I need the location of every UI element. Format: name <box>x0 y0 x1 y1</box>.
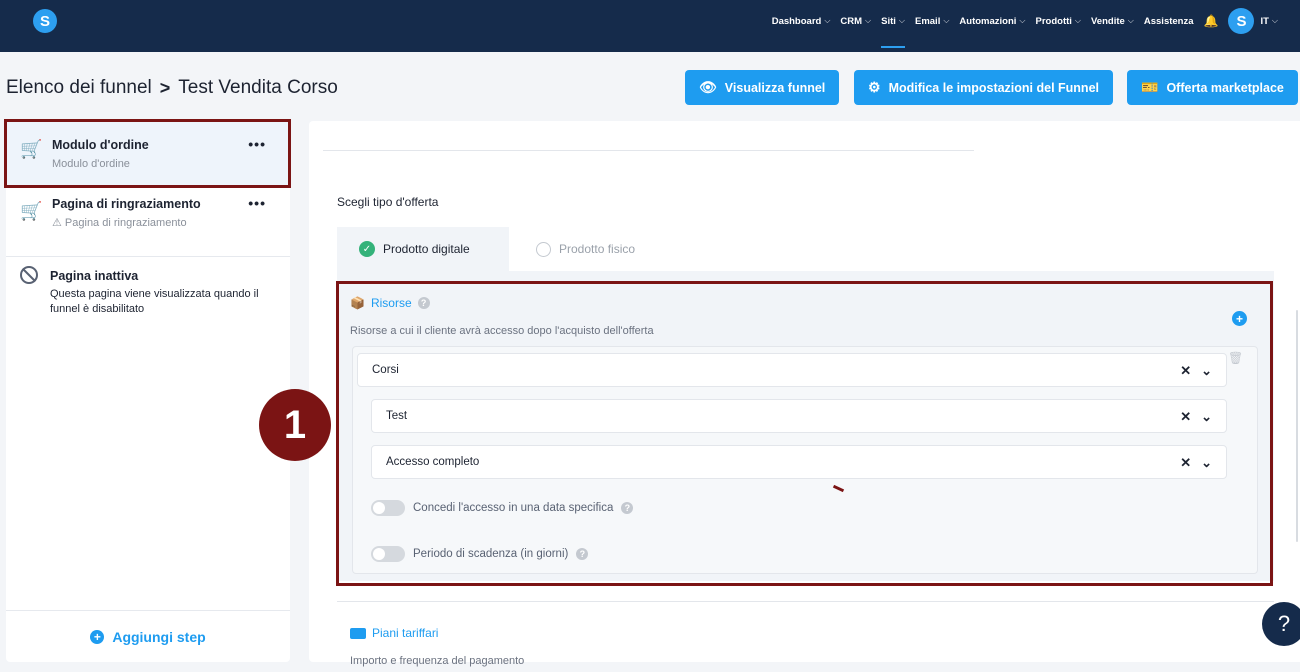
ban-icon <box>20 266 38 284</box>
nav-label: Prodotti <box>1035 15 1072 27</box>
page-title: Test Vendita Corso <box>178 77 338 98</box>
tab-label: Prodotto fisico <box>559 242 636 256</box>
add-step-label: Aggiungi step <box>112 628 206 645</box>
offer-type-label: Scegli tipo d'offerta <box>337 195 439 209</box>
gear-icon: ⚙ <box>868 79 881 95</box>
nav-prodotti[interactable]: Prodotti ⌵ <box>1036 0 1082 42</box>
chevron-down-icon: ⌵ <box>865 16 872 25</box>
chevron-down-icon: ⌵ <box>1074 16 1081 25</box>
breadcrumb-separator: > <box>159 77 171 98</box>
ticket-icon: 🎫 <box>1141 79 1159 95</box>
nav-label: Dashboard <box>771 15 822 27</box>
step-title: Pagina inattiva <box>50 269 139 283</box>
nav-label: Email <box>914 15 941 27</box>
pricing-plans-title-text: Piani tariffari <box>372 626 439 640</box>
nav-crm[interactable]: CRM ⌵ <box>840 0 871 42</box>
language-label: IT <box>1260 15 1269 27</box>
step-thank-you-page[interactable]: 🛒 Pagina di ringraziamento ⚠ Pagina di r… <box>6 195 290 247</box>
nav-label: Siti <box>881 15 896 27</box>
step-inactive-page[interactable]: Pagina inattiva Questa pagina viene visu… <box>6 266 290 329</box>
pricing-plans-description: Importo e frequenza del pagamento <box>350 655 525 667</box>
main-menu: Dashboard ⌵ CRM ⌵ Siti ⌵ Email ⌵ Automazioni… <box>772 0 1278 48</box>
nav-vendite[interactable]: Vendite ⌵ <box>1091 0 1134 42</box>
nav-email[interactable]: Email ⌵ <box>915 0 949 42</box>
avatar[interactable]: S <box>1228 8 1255 34</box>
step-subtitle-text: Pagina di ringraziamento <box>64 217 187 229</box>
top-navbar: S Dashboard ⌵ CRM ⌵ Siti ⌵ Email ⌵ Automazio… <box>0 0 1300 52</box>
step-title: Pagina di ringraziamento <box>52 197 201 211</box>
divider <box>323 150 974 151</box>
breadcrumb: Elenco dei funnel > Test Vendita Corso <box>6 77 338 99</box>
nav-label: Vendite <box>1091 15 1125 27</box>
nav-siti[interactable]: Siti ⌵ <box>881 0 905 48</box>
plus-icon: + <box>90 629 105 644</box>
edit-funnel-settings-button[interactable]: ⚙ Modifica le impostazioni del Funnel <box>854 70 1113 105</box>
pricing-plans-title: Piani tariffari <box>350 626 438 640</box>
tab-label: Prodotto digitale <box>383 242 470 256</box>
annotation-highlight-sidebar-step <box>4 119 291 188</box>
tab-physical-product[interactable]: Prodotto fisico <box>514 227 657 271</box>
chevron-down-icon: ⌵ <box>943 16 950 25</box>
nav-dashboard[interactable]: Dashboard ⌵ <box>772 0 831 42</box>
wallet-icon <box>350 627 366 639</box>
chevron-down-icon: ⌵ <box>824 16 831 25</box>
annotation-highlight-resources <box>336 281 1273 586</box>
divider <box>6 256 290 257</box>
help-button[interactable]: ? <box>1262 602 1300 646</box>
view-funnel-label: Visualizza funnel <box>724 80 826 95</box>
more-options-icon[interactable]: ••• <box>248 195 266 211</box>
chevron-down-icon: ⌵ <box>898 16 905 25</box>
add-step-button[interactable]: + Aggiungi step <box>6 610 290 662</box>
funnel-steps-sidebar: 🛒 Modulo d'ordine Modulo d'ordine ••• 🛒 … <box>6 121 290 662</box>
bell-icon[interactable]: 🔔 <box>1204 14 1219 28</box>
nav-label: Automazioni <box>959 15 1017 27</box>
nav-label: CRM <box>840 15 863 27</box>
nav-label: Assistenza <box>1143 15 1194 27</box>
edit-settings-label: Modifica le impostazioni del Funnel <box>888 80 1099 95</box>
scrollbar[interactable] <box>1296 310 1298 542</box>
cart-check-icon: 🛒 <box>20 201 43 221</box>
chevron-down-icon: ⌵ <box>1019 16 1026 25</box>
radio-icon <box>536 241 551 257</box>
warning-icon: ⚠ <box>52 217 65 229</box>
step-description: Questa pagina viene visualizzata quando … <box>50 288 259 315</box>
chevron-down-icon: ⌵ <box>1127 16 1134 25</box>
check-icon: ✓ <box>359 241 375 257</box>
nav-assistenza[interactable]: Assistenza <box>1144 0 1194 42</box>
marketplace-label: Offerta marketplace <box>1166 80 1284 95</box>
tab-digital-product[interactable]: ✓ Prodotto digitale <box>337 227 509 271</box>
marketplace-offer-button[interactable]: 🎫 Offerta marketplace <box>1127 70 1298 105</box>
divider <box>337 601 1274 602</box>
chevron-down-icon: ⌵ <box>1271 16 1278 25</box>
annotation-step-badge: 1 <box>259 389 331 461</box>
app-logo[interactable]: S <box>33 9 57 33</box>
eye-icon: 👁 <box>699 79 717 95</box>
breadcrumb-parent[interactable]: Elenco dei funnel <box>6 77 152 99</box>
step-subtitle: ⚠ Pagina di ringraziamento <box>52 216 187 229</box>
view-funnel-button[interactable]: 👁 Visualizza funnel <box>685 70 840 105</box>
language-selector[interactable]: IT ⌵ <box>1260 0 1278 42</box>
nav-automazioni[interactable]: Automazioni ⌵ <box>959 0 1025 42</box>
